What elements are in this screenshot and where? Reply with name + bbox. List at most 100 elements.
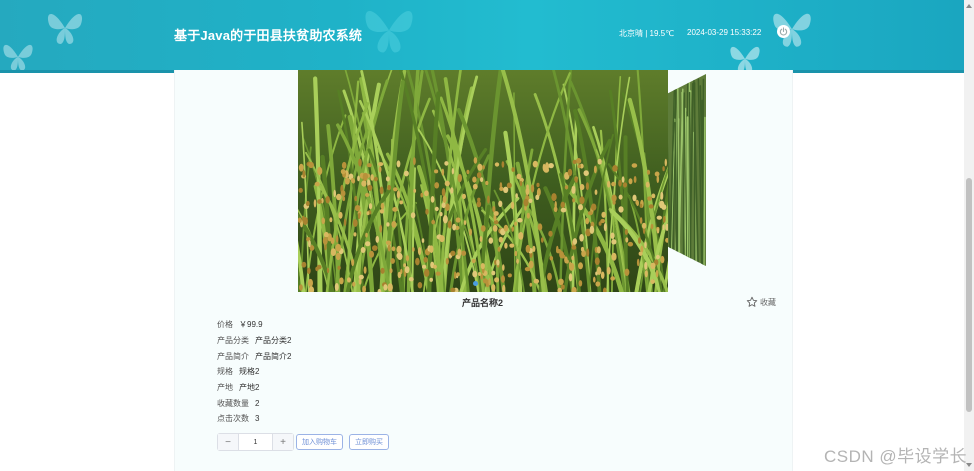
grain-mark bbox=[351, 258, 355, 267]
attr-label: 收藏数量 bbox=[217, 399, 249, 408]
leaf-stroke bbox=[701, 78, 705, 266]
grain-mark bbox=[377, 162, 384, 167]
buy-now-button[interactable]: 立即购买 bbox=[349, 434, 389, 450]
attr-value: 2 bbox=[255, 399, 260, 408]
increase-button[interactable]: + bbox=[272, 434, 293, 450]
grain-mark bbox=[367, 184, 373, 191]
grain-mark bbox=[622, 182, 628, 188]
grain-mark bbox=[494, 162, 500, 167]
attr-value: 3 bbox=[255, 414, 260, 423]
grain-mark bbox=[352, 219, 358, 227]
grain-mark bbox=[603, 223, 607, 232]
grain-mark bbox=[644, 241, 647, 249]
grain-mark bbox=[655, 254, 660, 260]
grain-mark bbox=[624, 268, 630, 276]
butterfly-icon bbox=[730, 46, 760, 70]
grain-mark bbox=[380, 202, 385, 210]
grain-mark bbox=[648, 204, 654, 209]
product-image-carousel[interactable] bbox=[298, 70, 668, 292]
grain-mark bbox=[572, 238, 578, 245]
grain-mark bbox=[423, 256, 428, 263]
grain-mark bbox=[540, 237, 544, 243]
grain-mark bbox=[417, 247, 422, 256]
grain-mark bbox=[302, 215, 305, 222]
grain-mark bbox=[396, 190, 400, 199]
grain-mark bbox=[650, 262, 656, 269]
grain-mark bbox=[516, 258, 519, 264]
site-title: 基于Java的于田县扶贫助农系统 bbox=[174, 28, 363, 43]
grain-mark bbox=[593, 165, 597, 174]
grain-mark bbox=[660, 191, 664, 200]
scroll-up-icon[interactable] bbox=[966, 4, 972, 8]
grain-mark bbox=[442, 215, 448, 224]
grain-mark bbox=[315, 266, 319, 272]
grain-mark bbox=[537, 223, 543, 231]
grain-mark bbox=[627, 241, 634, 247]
grain-mark bbox=[578, 280, 583, 287]
grain-mark bbox=[471, 258, 476, 264]
grain-mark bbox=[596, 266, 602, 275]
grain-mark bbox=[325, 196, 330, 204]
carousel-indicator[interactable] bbox=[473, 281, 478, 286]
grain-mark bbox=[365, 232, 368, 238]
grain-mark bbox=[466, 169, 470, 175]
grain-mark bbox=[625, 237, 629, 243]
quantity-input[interactable]: 1 bbox=[239, 434, 272, 450]
grain-mark bbox=[568, 273, 573, 282]
grain-mark bbox=[585, 217, 590, 225]
grain-mark bbox=[509, 243, 515, 248]
grain-mark bbox=[526, 212, 530, 219]
grain-mark bbox=[579, 196, 585, 205]
scroll-thumb[interactable] bbox=[966, 178, 972, 412]
grain-mark bbox=[618, 206, 624, 213]
grain-mark bbox=[373, 176, 378, 182]
grain-mark bbox=[480, 177, 484, 182]
grain-mark bbox=[431, 219, 436, 225]
grain-mark bbox=[392, 207, 398, 212]
grain-mark bbox=[597, 158, 602, 165]
grain-mark bbox=[352, 281, 356, 287]
add-to-cart-button[interactable]: 加入购物车 bbox=[296, 434, 343, 450]
grain-mark bbox=[530, 184, 535, 193]
grain-mark bbox=[516, 173, 522, 180]
favorite-button[interactable]: 收藏 bbox=[746, 296, 776, 308]
grain-mark bbox=[457, 248, 462, 257]
grain-mark bbox=[391, 220, 397, 228]
carousel-next-slide[interactable] bbox=[668, 74, 706, 266]
attr-value: 产品简介2 bbox=[255, 352, 292, 361]
grain-mark bbox=[594, 257, 600, 265]
grain-mark bbox=[383, 284, 388, 291]
grain-mark bbox=[639, 203, 643, 208]
grain-mark bbox=[335, 235, 339, 243]
butterfly-icon bbox=[3, 44, 33, 70]
grain-mark bbox=[492, 225, 498, 232]
grain-mark bbox=[644, 270, 648, 278]
grain-mark bbox=[450, 187, 454, 194]
grain-mark bbox=[372, 245, 378, 251]
vertical-scrollbar[interactable] bbox=[964, 0, 974, 471]
grain-mark bbox=[499, 186, 504, 191]
grain-mark bbox=[583, 170, 589, 176]
grain-mark bbox=[337, 265, 341, 270]
grain-mark bbox=[403, 170, 409, 177]
grain-mark bbox=[482, 278, 488, 284]
decrease-button[interactable]: − bbox=[218, 434, 239, 450]
butterfly-icon bbox=[365, 11, 413, 53]
attr-label: 规格 bbox=[217, 367, 233, 376]
attr-label: 点击次数 bbox=[217, 414, 249, 423]
grain-mark bbox=[385, 240, 392, 245]
grain-mark bbox=[302, 170, 306, 178]
grain-mark bbox=[375, 235, 380, 243]
grain-mark bbox=[560, 207, 567, 213]
grain-mark bbox=[452, 223, 457, 231]
grain-mark bbox=[641, 222, 647, 229]
rice-field-image bbox=[298, 70, 668, 292]
grain-mark bbox=[439, 235, 445, 243]
grain-mark bbox=[650, 223, 654, 230]
grain-mark bbox=[323, 231, 329, 238]
grain-mark bbox=[558, 278, 564, 285]
grain-mark bbox=[633, 176, 637, 183]
logout-button[interactable] bbox=[777, 25, 790, 38]
grain-mark bbox=[314, 181, 320, 187]
grain-mark bbox=[385, 176, 390, 182]
